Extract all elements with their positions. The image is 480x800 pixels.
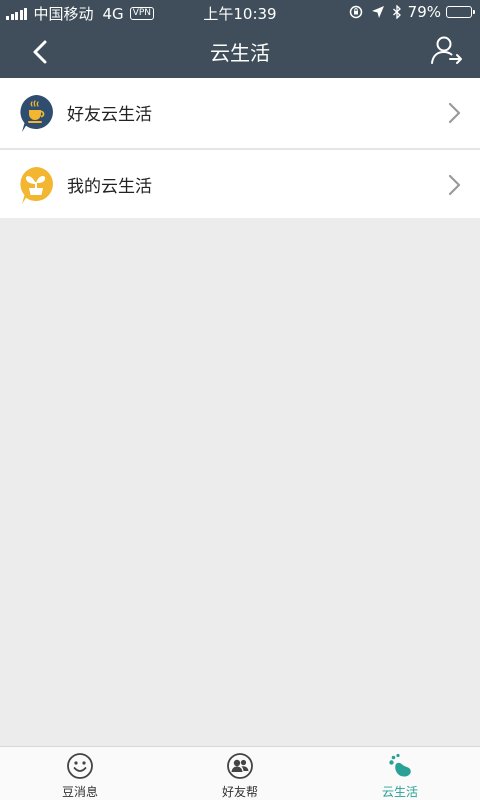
user-exit-icon[interactable] — [430, 34, 464, 66]
chevron-right-icon — [448, 102, 461, 124]
tab-label: 云生活 — [381, 785, 418, 799]
battery-percent: 79% — [407, 3, 441, 21]
bluetooth-icon — [392, 5, 401, 19]
smile-icon — [67, 753, 93, 779]
coffee-cup-icon — [20, 95, 53, 132]
status-bar: 中国移动 4G VPN 上午10:39 79% — [0, 0, 480, 24]
list-item-friends-cloud-life[interactable]: 好友云生活 — [0, 78, 480, 148]
list-item-label: 好友云生活 — [67, 105, 152, 125]
list-item-label: 我的云生活 — [67, 177, 152, 197]
menu-list: 好友云生活 我的云生活 — [0, 78, 480, 218]
tab-cloud-life[interactable]: 云生活 — [320, 747, 480, 800]
page-title: 云生活 — [210, 41, 270, 65]
chevron-right-icon — [448, 174, 461, 196]
battery-icon — [446, 6, 475, 18]
friends-icon — [227, 753, 253, 779]
bottom-tab-bar: 豆消息 好友帮 云生活 — [0, 746, 480, 800]
navigation-bar: 云生活 — [0, 24, 480, 78]
tab-label: 好友帮 — [221, 785, 258, 799]
top-bar: 中国移动 4G VPN 上午10:39 79% 云生活 — [0, 0, 480, 78]
tab-label: 豆消息 — [61, 785, 98, 799]
status-right: 79% — [349, 3, 475, 21]
sprout-icon — [20, 167, 53, 204]
list-item-my-cloud-life[interactable]: 我的云生活 — [0, 148, 480, 218]
rotation-lock-icon — [349, 5, 362, 19]
tab-friends-help[interactable]: 好友帮 — [160, 747, 320, 800]
location-arrow-icon — [371, 6, 384, 18]
footprint-icon — [389, 753, 411, 777]
tab-dou-messages[interactable]: 豆消息 — [0, 747, 160, 800]
